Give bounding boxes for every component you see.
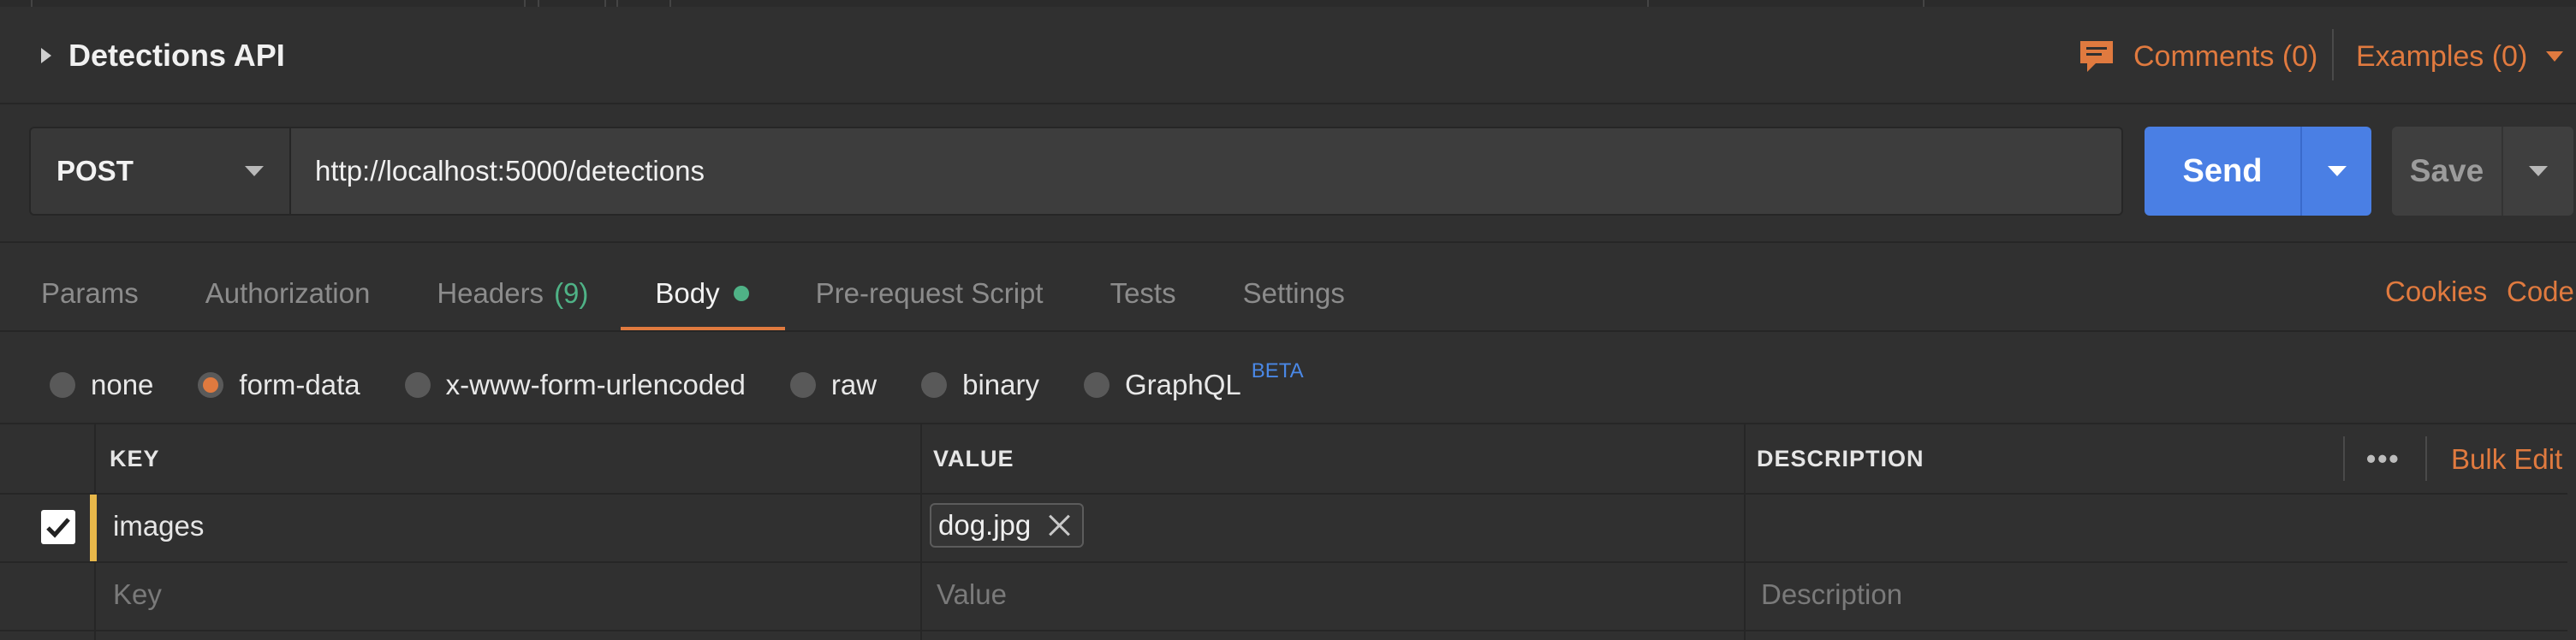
row-key-input[interactable]: images bbox=[113, 510, 204, 542]
comments-button[interactable]: Comments (0) bbox=[2079, 33, 2317, 80]
header-divider bbox=[2332, 29, 2334, 80]
radio-label: binary bbox=[962, 369, 1039, 400]
radio-binary[interactable]: binary bbox=[921, 369, 1039, 401]
column-header-value: VALUE bbox=[933, 445, 1014, 471]
send-button[interactable]: Send bbox=[2145, 127, 2300, 216]
radio-button[interactable] bbox=[404, 372, 431, 398]
save-dropdown-button[interactable] bbox=[2503, 127, 2573, 216]
tab-label: Tests bbox=[1110, 277, 1176, 309]
tab-label: Params bbox=[41, 277, 139, 309]
radio-button[interactable] bbox=[1083, 372, 1110, 398]
more-horizontal-icon[interactable]: ••• bbox=[2366, 443, 2400, 475]
request-tabs: Params Authorization Headers (9) Body Pre… bbox=[41, 257, 1412, 332]
radio-raw[interactable]: raw bbox=[789, 369, 878, 401]
column-header-description: DESCRIPTION bbox=[1757, 445, 1925, 471]
examples-dropdown-icon bbox=[2546, 51, 2564, 62]
radio-label: raw bbox=[830, 369, 878, 400]
body-status-dot-icon bbox=[733, 286, 749, 301]
divider bbox=[0, 330, 2576, 332]
radio-graphql[interactable]: GraphQL BETA bbox=[1083, 359, 1304, 401]
radio-label: GraphQL bbox=[1124, 369, 1241, 400]
divider bbox=[0, 241, 2576, 243]
radio-button[interactable] bbox=[789, 372, 816, 398]
file-name: dog.jpg bbox=[938, 509, 1032, 541]
tab-tests[interactable]: Tests bbox=[1110, 257, 1176, 330]
cookies-link[interactable]: Cookies bbox=[2385, 276, 2487, 308]
comment-icon bbox=[2080, 41, 2113, 72]
file-chip[interactable]: dog.jpg bbox=[930, 503, 1085, 548]
send-button-group[interactable]: Send bbox=[2145, 127, 2371, 216]
radio-x-www-form-urlencoded[interactable]: x-www-form-urlencoded bbox=[404, 369, 746, 401]
chevron-down-icon bbox=[2529, 166, 2548, 176]
tab-label: Pre-request Script bbox=[815, 277, 1044, 309]
beta-badge: BETA bbox=[1251, 359, 1304, 382]
tab-label: Authorization bbox=[205, 277, 371, 309]
tab-settings[interactable]: Settings bbox=[1243, 257, 1345, 330]
divider bbox=[0, 103, 2576, 104]
method-value: POST bbox=[57, 155, 134, 187]
expand-triangle-icon[interactable] bbox=[41, 48, 51, 63]
column-header-key: KEY bbox=[110, 445, 160, 471]
tab-params[interactable]: Params bbox=[41, 257, 139, 330]
examples-label: Examples (0) bbox=[2356, 39, 2528, 73]
tab-authorization[interactable]: Authorization bbox=[205, 257, 371, 330]
comments-label: Comments (0) bbox=[2133, 39, 2318, 73]
method-select[interactable]: POST bbox=[29, 127, 291, 216]
radio-label: none bbox=[91, 369, 154, 400]
close-icon[interactable] bbox=[1048, 513, 1072, 537]
radio-button[interactable] bbox=[921, 372, 948, 398]
new-description-input[interactable]: Description bbox=[1761, 578, 1902, 611]
send-dropdown-button[interactable] bbox=[2302, 127, 2371, 216]
code-link[interactable]: Code bbox=[2507, 276, 2574, 308]
headers-count: (9) bbox=[554, 277, 589, 309]
new-key-input[interactable]: Key bbox=[113, 578, 162, 611]
new-value-input[interactable]: Value bbox=[937, 578, 1007, 611]
radio-label: form-data bbox=[239, 369, 360, 400]
save-button[interactable]: Save bbox=[2392, 127, 2502, 216]
request-name[interactable]: Detections API bbox=[68, 38, 285, 74]
radio-form-data[interactable]: form-data bbox=[198, 369, 360, 401]
tab-pre-request-script[interactable]: Pre-request Script bbox=[816, 257, 1044, 330]
radio-button[interactable] bbox=[50, 372, 75, 398]
examples-button[interactable]: Examples (0) bbox=[2356, 33, 2564, 80]
bulk-edit-link[interactable]: Bulk Edit bbox=[2451, 443, 2562, 476]
row-enabled-checkbox[interactable] bbox=[41, 510, 75, 544]
radio-button-selected[interactable] bbox=[198, 372, 224, 398]
row-description-input[interactable] bbox=[1757, 510, 2527, 544]
tab-label: Settings bbox=[1242, 277, 1345, 309]
tab-body[interactable]: Body bbox=[621, 257, 785, 332]
body-type-radio-group: none form-data x-www-form-urlencoded raw… bbox=[50, 359, 1348, 409]
top-tab-strip bbox=[0, 0, 2576, 7]
radio-none[interactable]: none bbox=[50, 369, 153, 401]
tab-label: Body bbox=[655, 277, 720, 309]
url-value: http://localhost:5000/detections bbox=[315, 155, 705, 187]
chevron-down-icon bbox=[245, 166, 264, 176]
row-marker bbox=[90, 495, 97, 561]
url-input[interactable]: http://localhost:5000/detections bbox=[291, 127, 2123, 216]
chevron-down-icon bbox=[2327, 166, 2347, 176]
checkmark-icon bbox=[46, 518, 70, 538]
tab-label: Headers bbox=[437, 277, 544, 309]
radio-label: x-www-form-urlencoded bbox=[445, 369, 746, 400]
save-button-group[interactable]: Save bbox=[2392, 127, 2573, 216]
request-title-row[interactable]: Detections API bbox=[41, 26, 285, 86]
tab-headers[interactable]: Headers (9) bbox=[437, 257, 588, 330]
